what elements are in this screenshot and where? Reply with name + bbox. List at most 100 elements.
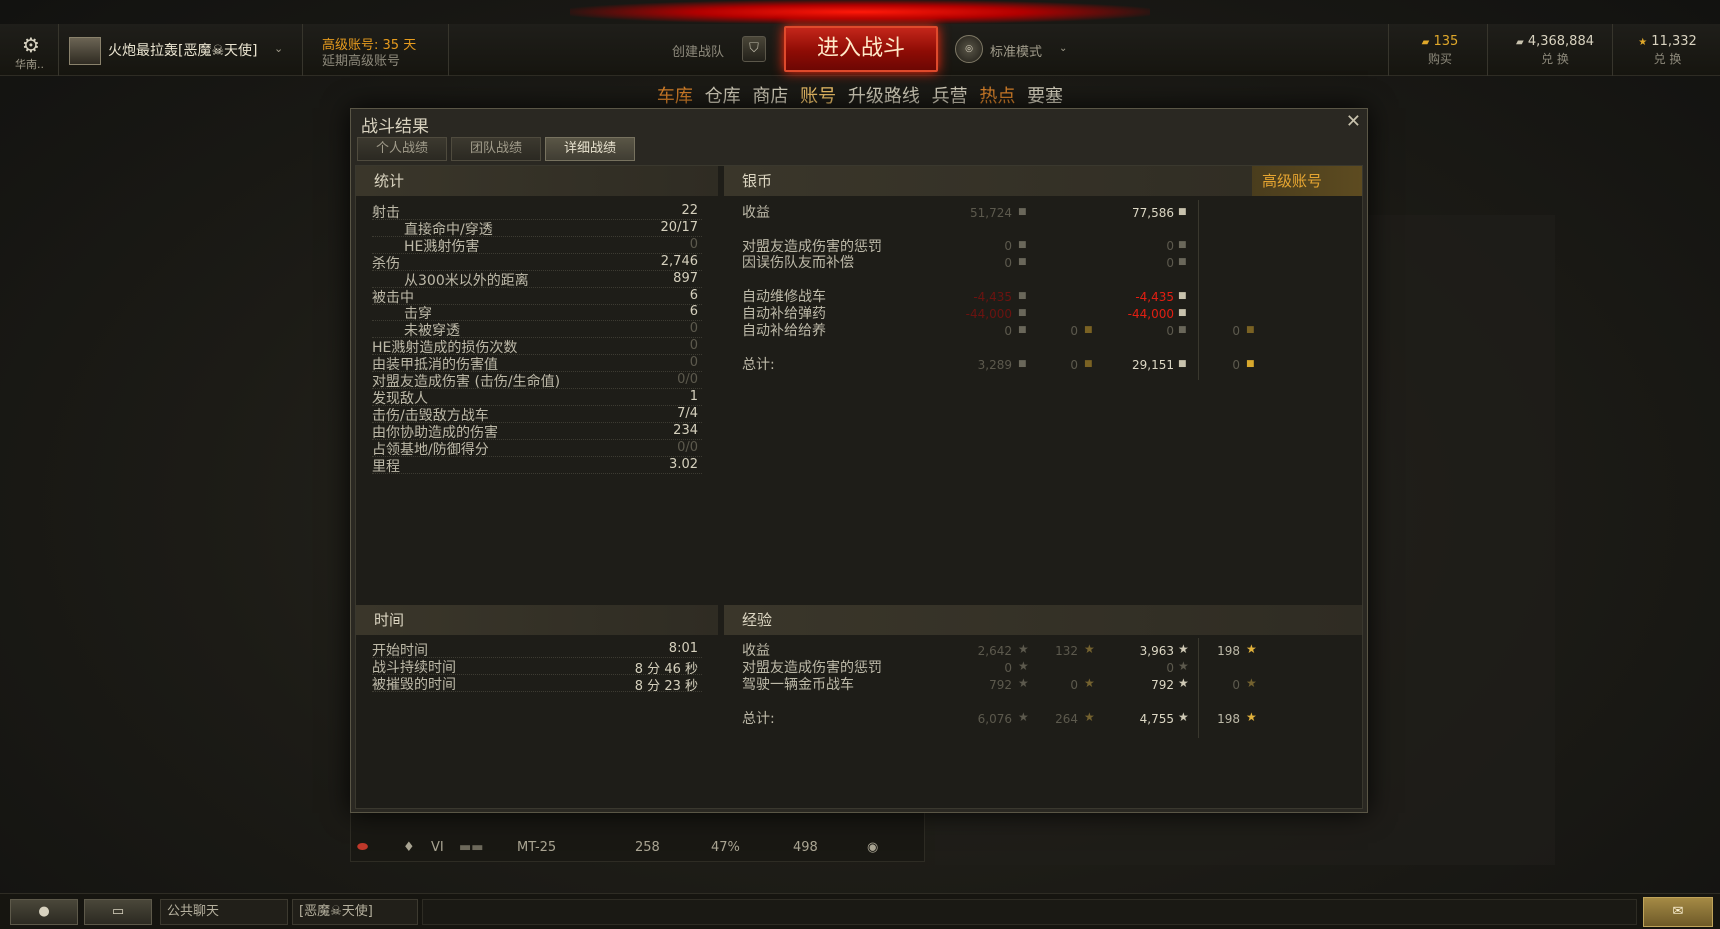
- results-content: 统计 射击 22 直接命中/穿透 20/17 HE溅射伤害 0 杀伤 2,746 从300米以外…: [355, 165, 1363, 809]
- channel-public[interactable]: 公共聊天: [160, 899, 288, 925]
- stat-value: 2,746: [660, 253, 698, 269]
- credits-header-label: 银币: [742, 172, 773, 190]
- tab-personal[interactable]: 个人战绩: [357, 137, 447, 161]
- contacts-button[interactable]: ●: [10, 899, 78, 925]
- xp-gold-tank-label: 驾驶一辆金币战车: [742, 677, 854, 693]
- divider: [58, 24, 59, 76]
- nav-account[interactable]: 账号: [800, 86, 836, 107]
- chevron-down-icon[interactable]: ⌄: [1059, 43, 1067, 54]
- channel-clan[interactable]: [恶魔☠天使]: [292, 899, 418, 925]
- stat-row: 从300米以外的距离 897: [372, 270, 702, 289]
- nav-techtree[interactable]: 升级路线: [848, 86, 920, 107]
- nav-stronghold[interactable]: 要塞: [1027, 86, 1063, 107]
- user-icon: ●: [38, 904, 50, 919]
- notifications-button[interactable]: ✉: [1643, 897, 1713, 927]
- bottom-bar: ● ▭ 公共聊天 [恶魔☠天使] ✉: [0, 893, 1720, 929]
- vehicle-list: ⬬ ♦ VI ▬▬ MT-25 258 47% 498 ◉: [350, 812, 925, 862]
- gold-coin-icon: ■: [1084, 325, 1093, 335]
- credits-header: 银币 高级账号: [724, 166, 1362, 196]
- stat-row: HE溅射造成的损伤次数 0: [372, 337, 702, 356]
- stat-row: 击伤/击毁敌方战车 7/4: [372, 405, 702, 424]
- battle-mode-icon[interactable]: ◎: [955, 35, 983, 63]
- mastery-badge-icon: ◉: [867, 840, 879, 855]
- battle-mode-select[interactable]: 标准模式: [990, 41, 1042, 60]
- vehicle-xp: 498: [793, 840, 818, 855]
- time-row: 战斗持续时间 8 分 46 秒: [372, 657, 702, 677]
- credits-income-prem: 77,586: [1132, 206, 1174, 220]
- gold-value: 135: [1433, 34, 1459, 49]
- xp-income-free: 132: [1055, 644, 1078, 658]
- time-row: 被摧毁的时间 8 分 23 秒: [372, 674, 702, 694]
- stat-value: 0: [689, 338, 698, 354]
- star-icon: ★: [1246, 710, 1257, 724]
- nav-hot[interactable]: 热点: [979, 86, 1015, 107]
- stat-value: 6: [689, 304, 698, 320]
- gold-balance[interactable]: ▰ 135 购买: [1405, 34, 1475, 67]
- stat-value: 234: [673, 422, 698, 438]
- nav-garage[interactable]: 车库: [657, 86, 693, 107]
- nav-depot[interactable]: 仓库: [705, 86, 741, 107]
- credits-comp-label: 因误伤队友而补偿: [742, 255, 854, 271]
- vehicle-name: MT-25: [517, 840, 557, 855]
- gold-coin-icon: ■: [1246, 325, 1255, 335]
- gold-coin-icon: ▰: [1421, 37, 1430, 48]
- player-name[interactable]: 火炮最拉轰[恶魔☠天使]: [108, 40, 257, 60]
- freexp-balance[interactable]: ★ 11,332 兑 换: [1625, 34, 1710, 67]
- battle-button[interactable]: 进入战斗: [784, 26, 938, 72]
- star-icon: ★: [1018, 659, 1029, 673]
- stat-value: 6: [689, 287, 698, 303]
- silver-coin-icon: ■: [1018, 257, 1027, 267]
- vehicle-percent: 47%: [711, 840, 740, 855]
- xp-gold-tank-free: 0: [1070, 678, 1078, 692]
- create-squad-button[interactable]: 创建战队: [672, 41, 724, 60]
- credits-comp: 0: [1004, 256, 1012, 270]
- divider: [1198, 200, 1199, 380]
- chat-input[interactable]: [422, 899, 1637, 925]
- list-item[interactable]: ⬬ ♦ VI ▬▬ MT-25 258 47% 498 ◉: [351, 835, 911, 861]
- nav-barracks[interactable]: 兵营: [932, 86, 968, 107]
- gear-icon[interactable]: ⚙: [18, 33, 44, 57]
- tab-team[interactable]: 团队战绩: [451, 137, 541, 161]
- squad-shield-icon[interactable]: ⛉: [742, 36, 766, 62]
- server-label[interactable]: 华南..: [15, 56, 44, 72]
- chevron-down-icon[interactable]: ⌄: [274, 42, 283, 55]
- message-icon: ✉: [1672, 904, 1684, 919]
- credits-equip-label: 自动补给给养: [742, 323, 826, 339]
- tab-detailed[interactable]: 详细战绩: [545, 137, 635, 161]
- time-value: 8 分 23 秒: [634, 679, 698, 694]
- stat-value: 20/17: [660, 219, 698, 235]
- chat-channels-button[interactable]: ▭: [84, 899, 152, 925]
- credits-balance[interactable]: ▰ 4,368,884 兑 换: [1500, 34, 1610, 67]
- time-label: 被摧毁的时间: [372, 677, 456, 693]
- silver-coin-icon: ■: [1178, 207, 1187, 217]
- xp-income-prem-free: 198: [1217, 644, 1240, 658]
- stats-header: 统计: [356, 166, 718, 196]
- credits-ammo-prem: -44,000: [1127, 307, 1174, 321]
- nav-store[interactable]: 商店: [752, 86, 788, 107]
- credits-penalty: 0: [1004, 239, 1012, 253]
- xp-header: 经验: [724, 605, 1362, 635]
- star-icon: ★: [1638, 37, 1648, 48]
- xp-total-label: 总计:: [742, 711, 775, 727]
- divider: [302, 24, 303, 76]
- stat-row: 由装甲抵消的伤害值 0: [372, 354, 702, 373]
- xp-penalty-prem: 0: [1166, 661, 1174, 675]
- stat-row: 杀伤 2,746: [372, 253, 702, 272]
- gold-coin-icon: ■: [1246, 359, 1255, 369]
- stat-row: 射击 22: [372, 202, 702, 221]
- credits-exchange-link[interactable]: 兑 换: [1500, 50, 1610, 67]
- gold-buy-link[interactable]: 购买: [1405, 50, 1475, 67]
- stat-value: 897: [673, 270, 698, 286]
- star-icon: ★: [1178, 659, 1189, 673]
- star-icon: ★: [1246, 676, 1257, 690]
- credits-total-gold: 0: [1070, 358, 1078, 372]
- tank-icon: ▬▬: [459, 840, 484, 855]
- stat-value: 0: [689, 236, 698, 252]
- premium-extend-link[interactable]: 延期高级账号: [322, 50, 400, 69]
- close-icon[interactable]: ✕: [1346, 111, 1361, 132]
- divider: [1612, 24, 1613, 76]
- time-row: 开始时间 8:01: [372, 640, 702, 659]
- freexp-exchange-link[interactable]: 兑 换: [1625, 50, 1710, 67]
- credits-equip-prem-gold: 0: [1232, 324, 1240, 338]
- silver-coin-icon: ■: [1018, 291, 1027, 301]
